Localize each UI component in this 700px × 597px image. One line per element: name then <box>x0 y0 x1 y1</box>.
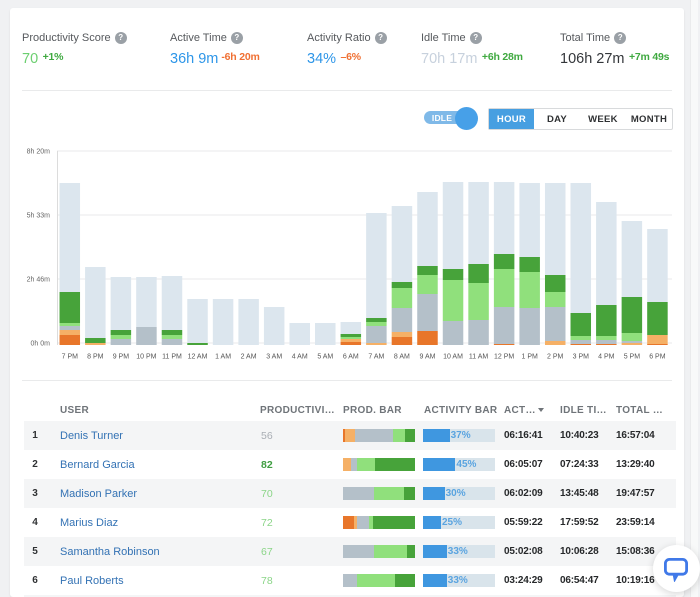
svg-text:7 AM: 7 AM <box>368 354 384 361</box>
svg-text:8 PM: 8 PM <box>87 354 104 361</box>
svg-text:5 PM: 5 PM <box>624 354 641 361</box>
svg-text:2 AM: 2 AM <box>241 354 257 361</box>
svg-text:4 AM: 4 AM <box>292 354 308 361</box>
svg-text:0h 0m: 0h 0m <box>31 341 51 348</box>
svg-text:4 PM: 4 PM <box>598 354 615 361</box>
svg-text:3 PM: 3 PM <box>573 354 590 361</box>
svg-text:12 AM: 12 AM <box>188 354 208 361</box>
svg-text:12 PM: 12 PM <box>494 354 514 361</box>
svg-text:10 PM: 10 PM <box>136 354 156 361</box>
svg-text:5 AM: 5 AM <box>317 354 333 361</box>
svg-text:9 AM: 9 AM <box>420 354 436 361</box>
svg-text:7 PM: 7 PM <box>62 354 79 361</box>
svg-text:3 AM: 3 AM <box>266 354 282 361</box>
svg-text:1 PM: 1 PM <box>522 354 539 361</box>
svg-text:11 AM: 11 AM <box>469 354 488 361</box>
svg-text:11 PM: 11 PM <box>162 354 182 361</box>
svg-text:6 PM: 6 PM <box>649 354 666 361</box>
svg-text:1 AM: 1 AM <box>215 354 231 361</box>
svg-text:10 AM: 10 AM <box>443 354 463 361</box>
svg-text:8 AM: 8 AM <box>394 354 410 361</box>
svg-text:9 PM: 9 PM <box>113 354 130 361</box>
svg-text:2h 46m: 2h 46m <box>27 277 51 284</box>
svg-text:5h 33m: 5h 33m <box>27 213 51 220</box>
svg-text:2 PM: 2 PM <box>547 354 564 361</box>
svg-text:8h 20m: 8h 20m <box>27 149 51 156</box>
svg-text:6 AM: 6 AM <box>343 354 359 361</box>
